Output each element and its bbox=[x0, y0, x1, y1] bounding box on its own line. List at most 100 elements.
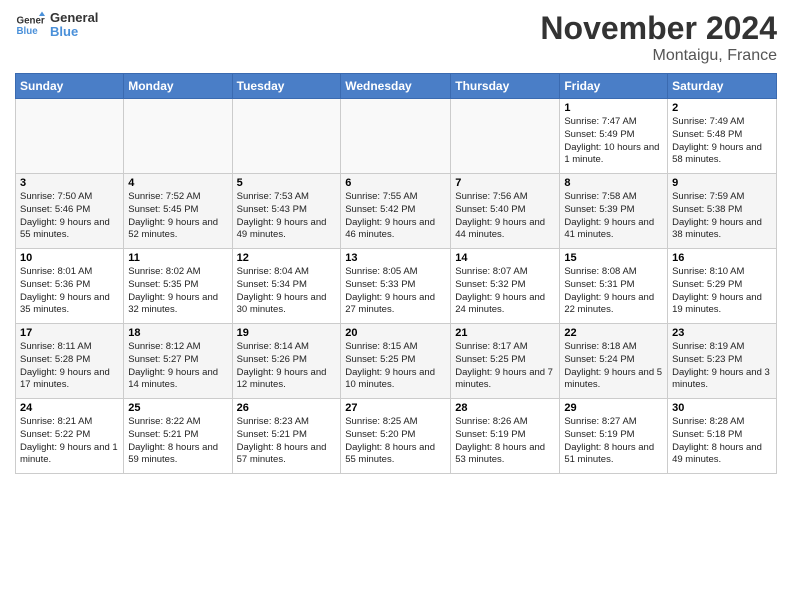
day-info: Sunrise: 7:56 AM Sunset: 5:40 PM Dayligh… bbox=[455, 191, 555, 242]
title-block: November 2024 Montaigu, France bbox=[540, 10, 777, 65]
calendar-cell: 29 Sunrise: 8:27 AM Sunset: 5:19 PM Dayli… bbox=[560, 399, 668, 474]
day-info: Sunrise: 8:10 AM Sunset: 5:29 PM Dayligh… bbox=[672, 266, 772, 317]
calendar-cell: 26 Sunrise: 8:23 AM Sunset: 5:21 PM Dayli… bbox=[232, 399, 341, 474]
day-info: Sunrise: 7:52 AM Sunset: 5:45 PM Dayligh… bbox=[128, 191, 227, 242]
calendar-cell: 15 Sunrise: 8:08 AM Sunset: 5:31 PM Dayli… bbox=[560, 249, 668, 324]
day-number: 23 bbox=[672, 327, 772, 339]
day-number: 15 bbox=[564, 252, 663, 264]
calendar-cell: 13Sunrise: 8:05 AM Sunset: 5:33 PM Dayli… bbox=[341, 249, 451, 324]
calendar-cell: 19 Sunrise: 8:14 AM Sunset: 5:26 PM Dayli… bbox=[232, 324, 341, 399]
day-info: Sunrise: 8:26 AM Sunset: 5:19 PM Dayligh… bbox=[455, 416, 555, 467]
day-info: Sunrise: 8:07 AM Sunset: 5:32 PM Dayligh… bbox=[455, 266, 555, 317]
day-number: 30 bbox=[672, 402, 772, 414]
day-number: 8 bbox=[564, 177, 663, 189]
calendar-cell: 16 Sunrise: 8:10 AM Sunset: 5:29 PM Dayli… bbox=[668, 249, 777, 324]
day-info: Sunrise: 8:23 AM Sunset: 5:21 PM Dayligh… bbox=[237, 416, 337, 467]
calendar-cell: 24 Sunrise: 8:21 AM Sunset: 5:22 PM Dayli… bbox=[16, 399, 124, 474]
day-info: Sunrise: 8:01 AM Sunset: 5:36 PM Dayligh… bbox=[20, 266, 119, 317]
calendar-cell: 30 Sunrise: 8:28 AM Sunset: 5:18 PM Dayli… bbox=[668, 399, 777, 474]
day-info: Sunrise: 8:05 AM Sunset: 5:33 PM Dayligh… bbox=[345, 266, 446, 317]
day-info: Sunrise: 8:17 AM Sunset: 5:25 PM Dayligh… bbox=[455, 341, 555, 392]
calendar-cell bbox=[124, 99, 232, 174]
week-row-3: 17Sunrise: 8:11 AM Sunset: 5:28 PM Dayli… bbox=[16, 324, 777, 399]
day-number: 10 bbox=[20, 252, 119, 264]
weekday-header-row: SundayMondayTuesdayWednesdayThursdayFrid… bbox=[16, 74, 777, 99]
month-title: November 2024 bbox=[540, 10, 777, 47]
day-number: 21 bbox=[455, 327, 555, 339]
day-info: Sunrise: 8:02 AM Sunset: 5:35 PM Dayligh… bbox=[128, 266, 227, 317]
header: General Blue General Blue November 2024 … bbox=[15, 10, 777, 65]
day-info: Sunrise: 7:53 AM Sunset: 5:43 PM Dayligh… bbox=[237, 191, 337, 242]
calendar-cell: 23 Sunrise: 8:19 AM Sunset: 5:23 PM Dayli… bbox=[668, 324, 777, 399]
day-info: Sunrise: 7:50 AM Sunset: 5:46 PM Dayligh… bbox=[20, 191, 119, 242]
weekday-header-saturday: Saturday bbox=[668, 74, 777, 99]
calendar-cell: 20 Sunrise: 8:15 AM Sunset: 5:25 PM Dayli… bbox=[341, 324, 451, 399]
day-number: 22 bbox=[564, 327, 663, 339]
page: General Blue General Blue November 2024 … bbox=[0, 0, 792, 612]
day-number: 19 bbox=[237, 327, 337, 339]
weekday-header-thursday: Thursday bbox=[451, 74, 560, 99]
day-info: Sunrise: 8:14 AM Sunset: 5:26 PM Dayligh… bbox=[237, 341, 337, 392]
calendar-cell: 28Sunrise: 8:26 AM Sunset: 5:19 PM Dayli… bbox=[451, 399, 560, 474]
calendar-cell: 6 Sunrise: 7:55 AM Sunset: 5:42 PM Daylig… bbox=[341, 174, 451, 249]
day-number: 24 bbox=[20, 402, 119, 414]
week-row-0: 1Sunrise: 7:47 AM Sunset: 5:49 PM Daylig… bbox=[16, 99, 777, 174]
calendar-cell: 10 Sunrise: 8:01 AM Sunset: 5:36 PM Dayli… bbox=[16, 249, 124, 324]
weekday-header-wednesday: Wednesday bbox=[341, 74, 451, 99]
day-info: Sunrise: 8:21 AM Sunset: 5:22 PM Dayligh… bbox=[20, 416, 119, 467]
calendar-cell: 8 Sunrise: 7:58 AM Sunset: 5:39 PM Daylig… bbox=[560, 174, 668, 249]
weekday-header-monday: Monday bbox=[124, 74, 232, 99]
day-number: 14 bbox=[455, 252, 555, 264]
calendar-cell: 2 Sunrise: 7:49 AM Sunset: 5:48 PM Daylig… bbox=[668, 99, 777, 174]
day-number: 4 bbox=[128, 177, 227, 189]
logo-icon: General Blue bbox=[15, 10, 45, 40]
day-info: Sunrise: 8:22 AM Sunset: 5:21 PM Dayligh… bbox=[128, 416, 227, 467]
day-number: 27 bbox=[345, 402, 446, 414]
day-number: 11 bbox=[128, 252, 227, 264]
day-number: 5 bbox=[237, 177, 337, 189]
location: Montaigu, France bbox=[540, 47, 777, 65]
day-info: Sunrise: 8:27 AM Sunset: 5:19 PM Dayligh… bbox=[564, 416, 663, 467]
day-info: Sunrise: 8:28 AM Sunset: 5:18 PM Dayligh… bbox=[672, 416, 772, 467]
day-number: 16 bbox=[672, 252, 772, 264]
calendar-cell: 25Sunrise: 8:22 AM Sunset: 5:21 PM Dayli… bbox=[124, 399, 232, 474]
weekday-header-friday: Friday bbox=[560, 74, 668, 99]
day-number: 18 bbox=[128, 327, 227, 339]
day-info: Sunrise: 8:25 AM Sunset: 5:20 PM Dayligh… bbox=[345, 416, 446, 467]
calendar-cell: 14 Sunrise: 8:07 AM Sunset: 5:32 PM Dayli… bbox=[451, 249, 560, 324]
day-info: Sunrise: 8:19 AM Sunset: 5:23 PM Dayligh… bbox=[672, 341, 772, 392]
week-row-2: 10 Sunrise: 8:01 AM Sunset: 5:36 PM Dayli… bbox=[16, 249, 777, 324]
calendar-cell: 22Sunrise: 8:18 AM Sunset: 5:24 PM Dayli… bbox=[560, 324, 668, 399]
day-info: Sunrise: 7:55 AM Sunset: 5:42 PM Dayligh… bbox=[345, 191, 446, 242]
calendar-cell: 4 Sunrise: 7:52 AM Sunset: 5:45 PM Daylig… bbox=[124, 174, 232, 249]
svg-text:General: General bbox=[17, 16, 46, 27]
weekday-header-sunday: Sunday bbox=[16, 74, 124, 99]
day-info: Sunrise: 8:15 AM Sunset: 5:25 PM Dayligh… bbox=[345, 341, 446, 392]
calendar-cell: 3 Sunrise: 7:50 AM Sunset: 5:46 PM Daylig… bbox=[16, 174, 124, 249]
logo: General Blue General Blue bbox=[15, 10, 98, 40]
calendar-cell: 7Sunrise: 7:56 AM Sunset: 5:40 PM Daylig… bbox=[451, 174, 560, 249]
day-number: 9 bbox=[672, 177, 772, 189]
calendar-cell: 11 Sunrise: 8:02 AM Sunset: 5:35 PM Dayli… bbox=[124, 249, 232, 324]
day-number: 2 bbox=[672, 102, 772, 114]
calendar-cell bbox=[16, 99, 124, 174]
day-number: 29 bbox=[564, 402, 663, 414]
calendar-cell bbox=[232, 99, 341, 174]
day-info: Sunrise: 8:04 AM Sunset: 5:34 PM Dayligh… bbox=[237, 266, 337, 317]
day-number: 26 bbox=[237, 402, 337, 414]
day-info: Sunrise: 7:49 AM Sunset: 5:48 PM Dayligh… bbox=[672, 116, 772, 167]
day-info: Sunrise: 7:58 AM Sunset: 5:39 PM Dayligh… bbox=[564, 191, 663, 242]
calendar-cell bbox=[451, 99, 560, 174]
calendar-cell: 1Sunrise: 7:47 AM Sunset: 5:49 PM Daylig… bbox=[560, 99, 668, 174]
day-number: 20 bbox=[345, 327, 446, 339]
calendar-cell: 17Sunrise: 8:11 AM Sunset: 5:28 PM Dayli… bbox=[16, 324, 124, 399]
day-number: 6 bbox=[345, 177, 446, 189]
week-row-1: 3 Sunrise: 7:50 AM Sunset: 5:46 PM Daylig… bbox=[16, 174, 777, 249]
day-info: Sunrise: 8:12 AM Sunset: 5:27 PM Dayligh… bbox=[128, 341, 227, 392]
calendar-cell: 12 Sunrise: 8:04 AM Sunset: 5:34 PM Dayli… bbox=[232, 249, 341, 324]
day-number: 1 bbox=[564, 102, 663, 114]
day-number: 12 bbox=[237, 252, 337, 264]
day-number: 3 bbox=[20, 177, 119, 189]
day-info: Sunrise: 8:08 AM Sunset: 5:31 PM Dayligh… bbox=[564, 266, 663, 317]
svg-text:Blue: Blue bbox=[17, 26, 39, 37]
